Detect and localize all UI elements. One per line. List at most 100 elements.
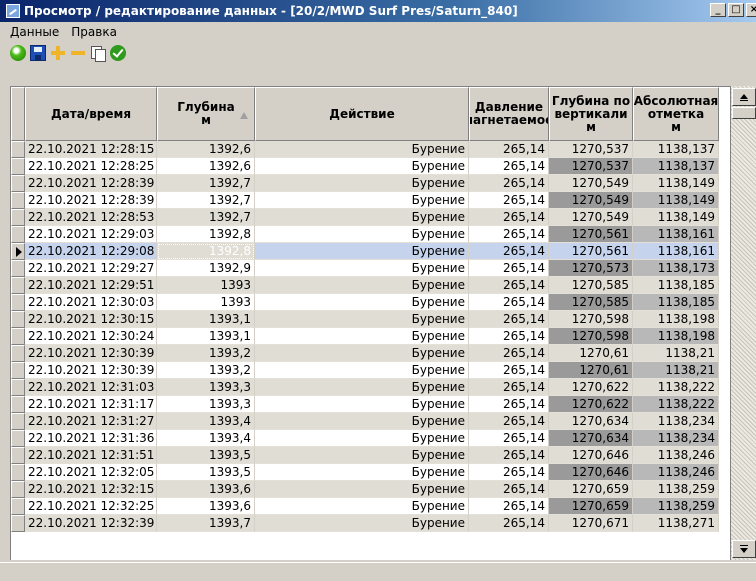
- cell-action[interactable]: Бурение: [255, 277, 469, 294]
- cell-datetime[interactable]: 22.10.2021 12:31:03: [25, 379, 157, 396]
- cell-datetime[interactable]: 22.10.2021 12:30:15: [25, 311, 157, 328]
- cell-pressure[interactable]: 265,14: [469, 260, 549, 277]
- cell-absolute-elevation[interactable]: 1138,185: [633, 277, 719, 294]
- cell-datetime[interactable]: 22.10.2021 12:28:39: [25, 175, 157, 192]
- row-indicator[interactable]: [11, 413, 25, 430]
- cell-action[interactable]: Бурение: [255, 192, 469, 209]
- table-row[interactable]: 22.10.2021 12:30:39 1393,2 Бурение 265,14 12…: [11, 362, 756, 379]
- menu-data[interactable]: Данные: [4, 25, 65, 39]
- close-button[interactable]: ×: [746, 3, 756, 17]
- cell-action[interactable]: Бурение: [255, 413, 469, 430]
- cell-action[interactable]: Бурение: [255, 158, 469, 175]
- cell-tvd[interactable]: 1270,549: [549, 192, 633, 209]
- row-indicator[interactable]: [11, 464, 25, 481]
- vertical-scrollbar[interactable]: [730, 86, 756, 560]
- cell-pressure[interactable]: 265,14: [469, 209, 549, 226]
- cell-action[interactable]: Бурение: [255, 209, 469, 226]
- cell-action[interactable]: Бурение: [255, 345, 469, 362]
- cell-depth[interactable]: 1393,5: [157, 464, 255, 481]
- column-header-depth[interactable]: Глубина м: [157, 87, 255, 141]
- cell-tvd[interactable]: 1270,537: [549, 158, 633, 175]
- cell-datetime[interactable]: 22.10.2021 12:29:08: [25, 243, 157, 260]
- title-bar[interactable]: Просмотр / редактирование данных - [20/2…: [0, 0, 756, 22]
- table-row[interactable]: 22.10.2021 12:31:17 1393,3 Бурение 265,14 12…: [11, 396, 756, 413]
- cell-pressure[interactable]: 265,14: [469, 362, 549, 379]
- table-row[interactable]: 22.10.2021 12:32:25 1393,6 Бурение 265,14 12…: [11, 498, 756, 515]
- cell-tvd[interactable]: 1270,549: [549, 209, 633, 226]
- cell-absolute-elevation[interactable]: 1138,161: [633, 243, 719, 260]
- cell-absolute-elevation[interactable]: 1138,149: [633, 192, 719, 209]
- row-indicator[interactable]: [11, 515, 25, 532]
- cell-tvd[interactable]: 1270,61: [549, 345, 633, 362]
- table-row[interactable]: 22.10.2021 12:28:53 1392,7 Бурение 265,14 12…: [11, 209, 756, 226]
- cell-datetime[interactable]: 22.10.2021 12:32:15: [25, 481, 157, 498]
- row-indicator[interactable]: [11, 294, 25, 311]
- cell-tvd[interactable]: 1270,634: [549, 430, 633, 447]
- cell-pressure[interactable]: 265,14: [469, 277, 549, 294]
- table-row[interactable]: 22.10.2021 12:29:03 1392,8 Бурение 265,14 12…: [11, 226, 756, 243]
- menu-edit[interactable]: Правка: [65, 25, 123, 39]
- cell-datetime[interactable]: 22.10.2021 12:32:05: [25, 464, 157, 481]
- cell-action[interactable]: Бурение: [255, 311, 469, 328]
- data-grid[interactable]: Дата/время Глубина м Действие Давление н…: [10, 86, 756, 560]
- apply-icon[interactable]: [110, 45, 126, 61]
- cell-datetime[interactable]: 22.10.2021 12:28:25: [25, 158, 157, 175]
- cell-absolute-elevation[interactable]: 1138,234: [633, 413, 719, 430]
- cell-action[interactable]: Бурение: [255, 481, 469, 498]
- cell-depth[interactable]: 1392,9: [157, 260, 255, 277]
- cell-tvd[interactable]: 1270,537: [549, 141, 633, 158]
- row-indicator[interactable]: [11, 209, 25, 226]
- cell-tvd[interactable]: 1270,671: [549, 515, 633, 532]
- cell-action[interactable]: Бурение: [255, 498, 469, 515]
- cell-action[interactable]: Бурение: [255, 396, 469, 413]
- cell-pressure[interactable]: 265,14: [469, 447, 549, 464]
- copy-icon[interactable]: [90, 45, 106, 62]
- cell-pressure[interactable]: 265,14: [469, 345, 549, 362]
- table-row[interactable]: 22.10.2021 12:30:03 1393 Бурение 265,14 1270…: [11, 294, 756, 311]
- scroll-up-button[interactable]: [732, 88, 756, 106]
- table-row[interactable]: 22.10.2021 12:32:39 1393,7 Бурение 265,14 12…: [11, 515, 756, 532]
- cell-tvd[interactable]: 1270,573: [549, 260, 633, 277]
- cell-pressure[interactable]: 265,14: [469, 515, 549, 532]
- cell-datetime[interactable]: 22.10.2021 12:28:15: [25, 141, 157, 158]
- cell-absolute-elevation[interactable]: 1138,222: [633, 396, 719, 413]
- cell-tvd[interactable]: 1270,585: [549, 277, 633, 294]
- row-indicator[interactable]: [11, 175, 25, 192]
- table-row[interactable]: 22.10.2021 12:30:24 1393,1 Бурение 265,14 12…: [11, 328, 756, 345]
- cell-datetime[interactable]: 22.10.2021 12:29:03: [25, 226, 157, 243]
- row-indicator[interactable]: [11, 226, 25, 243]
- cell-pressure[interactable]: 265,14: [469, 413, 549, 430]
- insert-row-icon[interactable]: [50, 45, 66, 61]
- cell-action[interactable]: Бурение: [255, 243, 469, 260]
- cell-action[interactable]: Бурение: [255, 226, 469, 243]
- cell-pressure[interactable]: 265,14: [469, 396, 549, 413]
- table-row[interactable]: 22.10.2021 12:28:39 1392,7 Бурение 265,14 12…: [11, 192, 756, 209]
- table-row[interactable]: 22.10.2021 12:31:27 1393,4 Бурение 265,14 12…: [11, 413, 756, 430]
- row-indicator[interactable]: [11, 430, 25, 447]
- row-indicator[interactable]: [11, 192, 25, 209]
- cell-absolute-elevation[interactable]: 1138,246: [633, 447, 719, 464]
- cell-pressure[interactable]: 265,14: [469, 481, 549, 498]
- cell-pressure[interactable]: 265,14: [469, 379, 549, 396]
- delete-row-icon[interactable]: [70, 45, 86, 61]
- cell-depth[interactable]: 1392,8: [157, 243, 255, 260]
- cell-absolute-elevation[interactable]: 1138,259: [633, 481, 719, 498]
- row-indicator[interactable]: [11, 141, 25, 158]
- cell-datetime[interactable]: 22.10.2021 12:30:24: [25, 328, 157, 345]
- cell-tvd[interactable]: 1270,646: [549, 447, 633, 464]
- table-row[interactable]: 22.10.2021 12:28:39 1392,7 Бурение 265,14 12…: [11, 175, 756, 192]
- cell-depth[interactable]: 1393: [157, 277, 255, 294]
- cell-datetime[interactable]: 22.10.2021 12:30:39: [25, 362, 157, 379]
- cell-depth[interactable]: 1393,4: [157, 430, 255, 447]
- row-indicator[interactable]: [11, 396, 25, 413]
- cell-depth[interactable]: 1393,5: [157, 447, 255, 464]
- table-row[interactable]: 22.10.2021 12:29:27 1392,9 Бурение 265,14 12…: [11, 260, 756, 277]
- cell-action[interactable]: Бурение: [255, 141, 469, 158]
- cell-action[interactable]: Бурение: [255, 447, 469, 464]
- cell-absolute-elevation[interactable]: 1138,234: [633, 430, 719, 447]
- cell-depth[interactable]: 1393: [157, 294, 255, 311]
- cell-tvd[interactable]: 1270,561: [549, 243, 633, 260]
- cell-tvd[interactable]: 1270,622: [549, 396, 633, 413]
- cell-pressure[interactable]: 265,14: [469, 243, 549, 260]
- cell-absolute-elevation[interactable]: 1138,173: [633, 260, 719, 277]
